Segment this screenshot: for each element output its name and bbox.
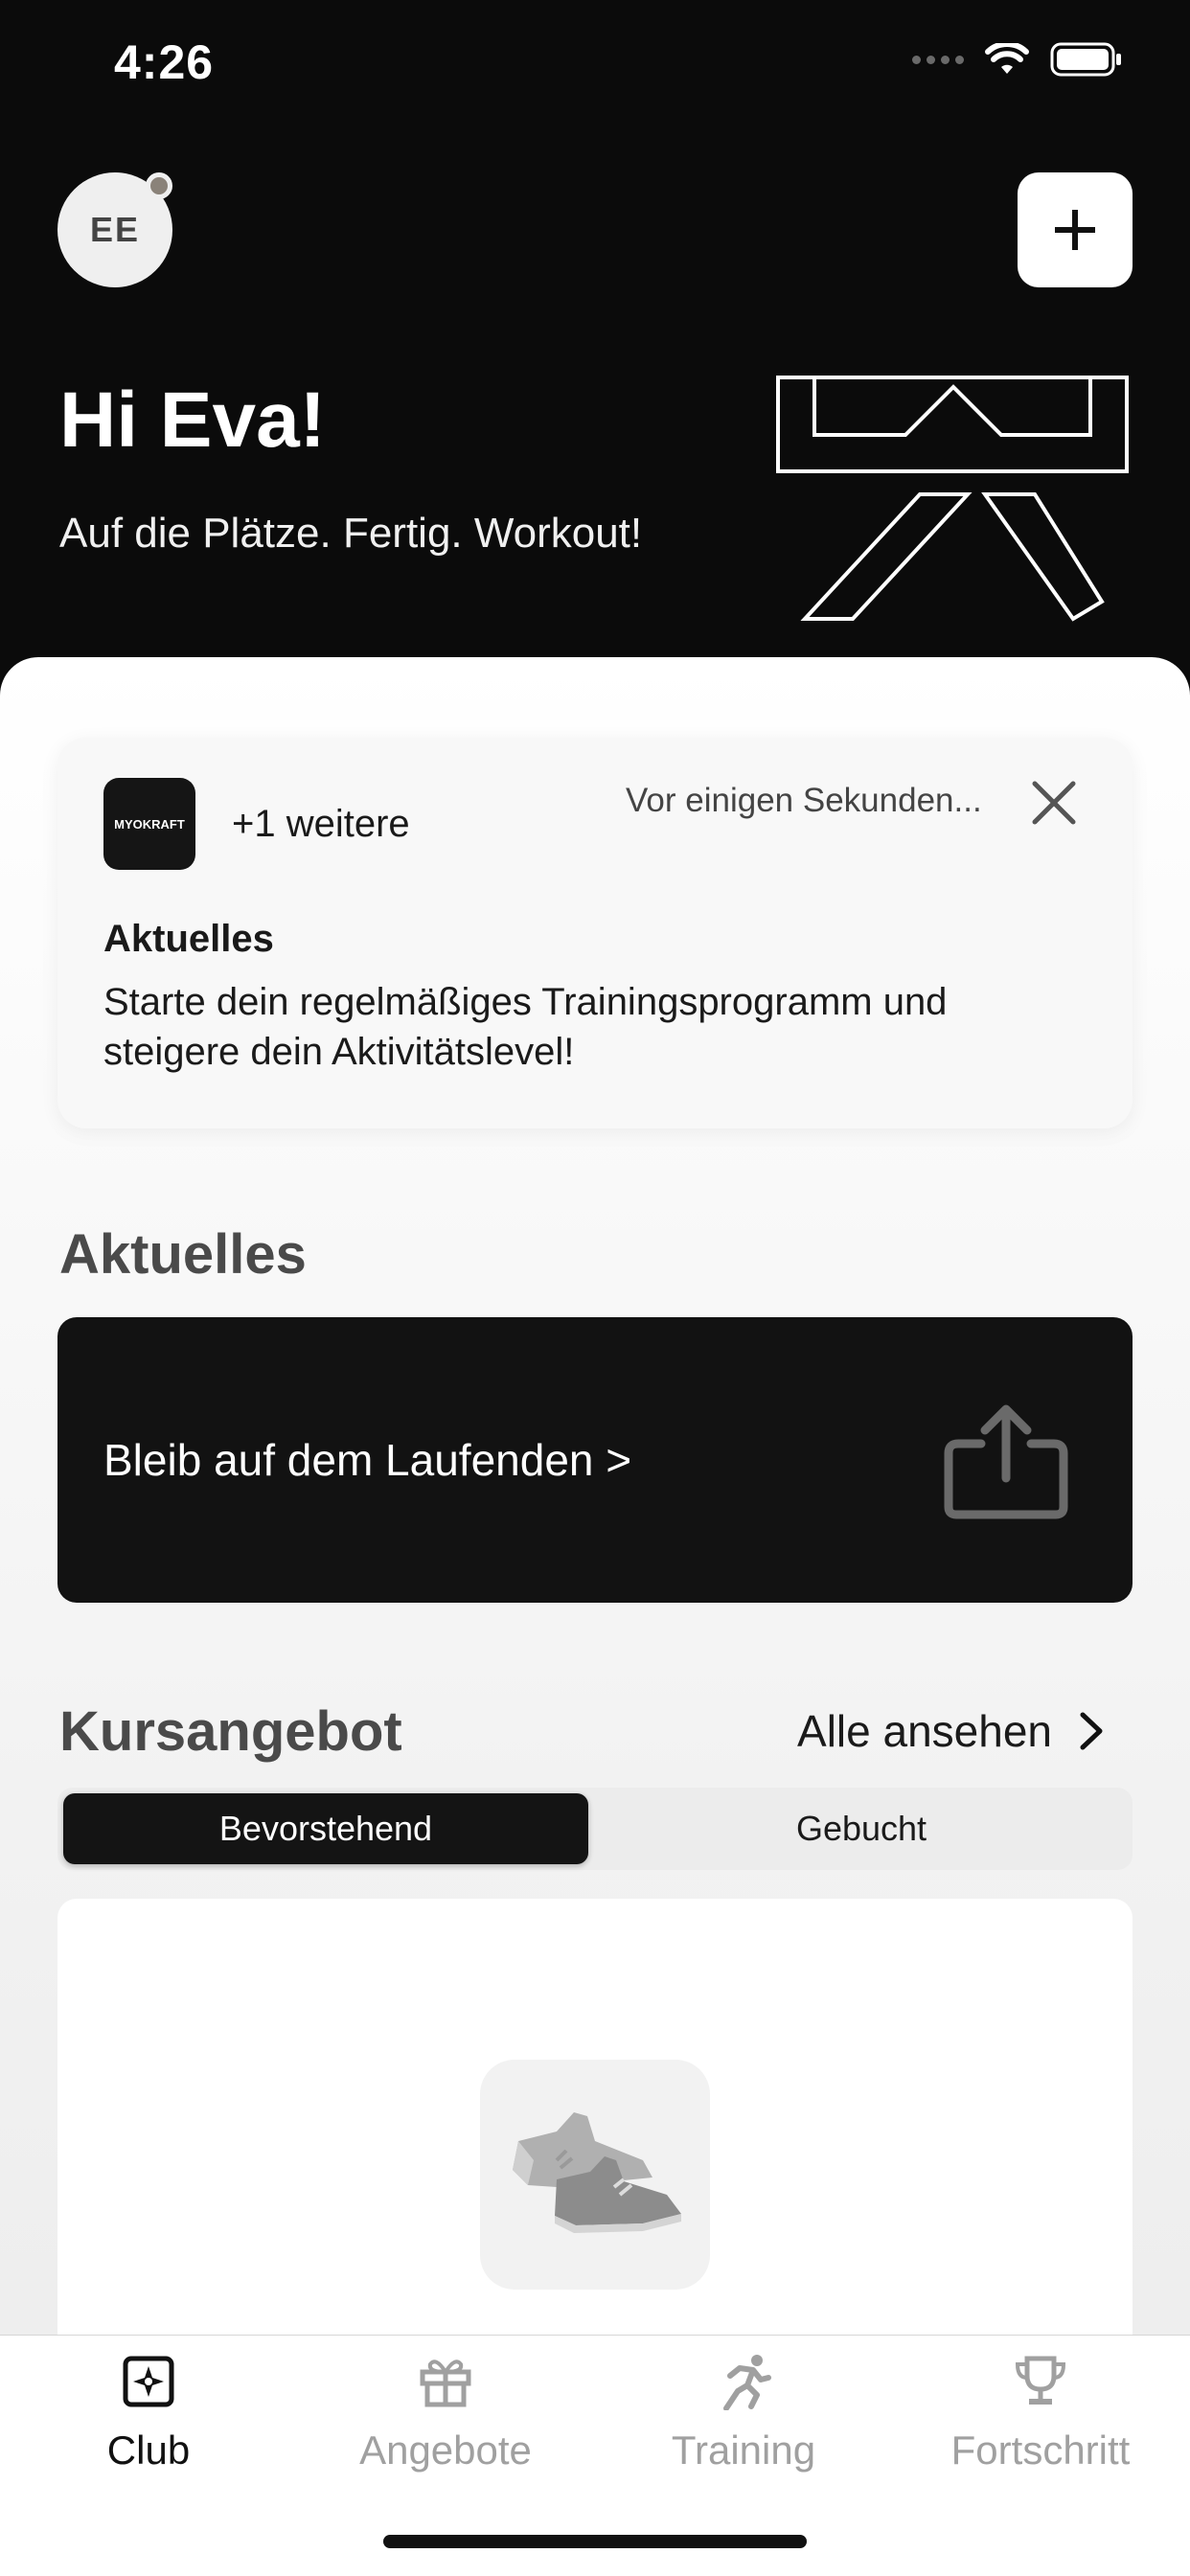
- wifi-icon: [985, 43, 1029, 74]
- notification-body: Starte dein regelmäßiges Trainingsprogra…: [103, 981, 948, 1073]
- greeting: Hi Eva!: [59, 376, 326, 464]
- close-icon[interactable]: [1027, 776, 1081, 830]
- tab-training[interactable]: Training: [629, 2353, 858, 2473]
- battery-icon: [1050, 42, 1121, 77]
- tab-label-club: Club: [106, 2428, 191, 2473]
- course-segment-control: Bevorstehend Gebucht: [57, 1788, 1133, 1870]
- club-icon: [123, 2356, 174, 2407]
- brand-logo-icon: [776, 376, 1129, 622]
- notification-time: Vor einigen Sekunden...: [626, 782, 982, 819]
- segment-upcoming[interactable]: Bevorstehend: [63, 1793, 588, 1864]
- tab-label-training: Training: [671, 2428, 816, 2473]
- plus-icon: [1055, 210, 1095, 250]
- see-all-link[interactable]: Alle ansehen: [797, 1705, 1104, 1757]
- sneakers-icon: [480, 2060, 710, 2290]
- notification-title: Aktuelles: [103, 918, 274, 960]
- tab-label-fortschritt: Fortschritt: [950, 2428, 1131, 2473]
- cellular-signal-icon: [912, 55, 964, 64]
- share-icon: [944, 1404, 1068, 1519]
- notification-card[interactable]: MYOKRAFT +1 weitere Vor einigen Sekunden…: [57, 738, 1133, 1128]
- gift-icon: [420, 2359, 471, 2407]
- notification-more-count: +1 weitere: [232, 803, 410, 845]
- status-icons: [912, 42, 1123, 77]
- tab-angebote[interactable]: Angebote: [331, 2353, 561, 2473]
- avatar-initials: EE: [89, 210, 141, 249]
- add-button[interactable]: [1018, 172, 1133, 287]
- avatar[interactable]: EE: [57, 172, 172, 287]
- header: 4:26 EE Hi Eva! Auf die Plätze. Fertig. …: [0, 0, 1190, 728]
- trophy-icon: [1015, 2356, 1066, 2405]
- news-section-title: Aktuelles: [59, 1223, 307, 1286]
- avatar-status-dot: [146, 172, 172, 199]
- tab-club[interactable]: Club: [34, 2353, 263, 2473]
- chevron-right-icon: [1080, 1712, 1103, 1750]
- courses-section-title: Kursangebot: [59, 1700, 402, 1763]
- news-card-text: Bleib auf dem Laufenden >: [103, 1435, 632, 1485]
- myokraft-logo: MYOKRAFT: [103, 778, 195, 870]
- runner-icon: [723, 2355, 771, 2410]
- greeting-subtitle: Auf die Plätze. Fertig. Workout!: [59, 510, 643, 557]
- status-time: 4:26: [114, 35, 215, 89]
- segment-booked[interactable]: Gebucht: [596, 1793, 1127, 1864]
- tab-fortschritt[interactable]: Fortschritt: [926, 2353, 1156, 2473]
- news-card[interactable]: Bleib auf dem Laufenden >: [57, 1317, 1133, 1603]
- tab-label-angebote: Angebote: [359, 2428, 532, 2473]
- see-all-label: Alle ansehen: [797, 1706, 1052, 1756]
- home-indicator: [383, 2535, 807, 2548]
